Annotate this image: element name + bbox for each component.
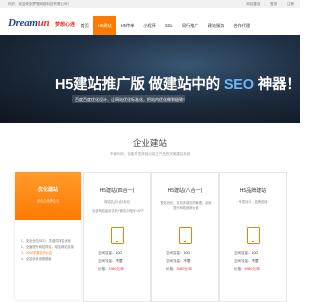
mobile-phone-icon <box>179 227 192 244</box>
spec-label: 空间流量： <box>234 259 252 263</box>
plan-card-8in1[interactable]: H5建站(八合一) 整站优化，支持多端协同管理，全面提升网络营销价值 空间容量：… <box>151 172 219 302</box>
nav-ssl[interactable]: SSL <box>160 16 177 35</box>
plan-cards: 优化建站 适合正品牌企业 1、安全全站SEO、关键词排名优化 2、全面提升网站排… <box>15 172 287 302</box>
nav-home[interactable]: 首页 <box>76 16 93 35</box>
spec-capacity: 空间容量：10G <box>234 251 258 256</box>
spec-label: 空间容量： <box>98 251 116 255</box>
spec-price: 价格：3980元/年 <box>166 267 192 272</box>
spec-label: 空间流量： <box>98 259 116 263</box>
top-link-register[interactable]: 注册 <box>287 2 294 6</box>
mobile-phone-icon <box>111 227 124 244</box>
nav-agent[interactable]: 合作代理 <box>229 16 255 35</box>
nav-mini-program[interactable]: 小程序 <box>139 16 161 35</box>
spec-value: 不限 <box>251 259 259 263</box>
top-bar: 你好，欢迎来到梦想网络科技有限公司！ 网站建设 | 登录 | 注册 <box>0 0 300 8</box>
plan-description: 整站优化，支持多端协同管理，全面提升网络营销价值 <box>160 201 212 210</box>
spec-label: 价格： <box>98 267 109 271</box>
spec-capacity: 空间容量：10G <box>166 251 190 256</box>
nav-promotion[interactable]: 同行推广 <box>177 16 203 35</box>
feature-list: 1、安全全站SEO、关键词排名优化 2、全面提升网站排名，增加网站流量 3、20… <box>21 238 77 262</box>
logo[interactable]: Dreamun <box>8 17 50 29</box>
top-link-website[interactable]: 网站建设 <box>246 2 260 6</box>
plan-subtitle: 专属设计，品牌官网 <box>238 200 268 204</box>
section-description: 不使代码，也能开发体验出真正产品的完美建站系统 <box>109 152 191 156</box>
headline-part-b: 神器！ <box>257 77 300 93</box>
nav-h5-site[interactable]: H5建站 <box>93 16 117 35</box>
nav-h5-flyer[interactable]: H5传单 <box>116 16 139 35</box>
spec-traffic: 空间流量：不限 <box>234 259 259 264</box>
spec-label: 空间流量： <box>166 259 184 263</box>
banner-headline: H5建站推广版 做建站中的 SEO 神器！ <box>55 73 300 94</box>
feature-item: 4、全站优化设置模板 <box>21 257 52 261</box>
banner-subline: 百度百度优化设计，让网站优化标准化，把站内优化做到极致！ <box>75 97 187 103</box>
spec-value: 10G <box>251 251 259 255</box>
plan-title: H5品牌建站 <box>239 188 267 194</box>
spec-value: 10G <box>183 251 191 255</box>
price-value: 5980元/年 <box>244 267 261 271</box>
spec-value: 不限 <box>115 259 123 263</box>
plan-card-4in1[interactable]: H5建站(四合一) 网站站点4合1标记 包含网站建设手机+微信小程序+APP 空… <box>83 172 151 302</box>
divider: | <box>264 2 266 6</box>
top-links: 网站建设 | 登录 | 注册 <box>242 2 294 7</box>
plan-card-brand[interactable]: H5品牌建站 专属设计，品牌官网 空间容量：10G 空间流量：不限 价格：598… <box>219 172 287 302</box>
spec-label: 空间容量： <box>166 251 184 255</box>
spec-price: 价格：1980元/年 <box>98 267 124 272</box>
plan-title: H5建站(八合一) <box>167 188 203 194</box>
hero-banner: H5建站推广版 做建站中的 SEO 神器！ 百度百度优化设计，让网站优化标准化，… <box>0 35 300 123</box>
welcome-text: 你好，欢迎来到梦想网络科技有限公司！ <box>8 2 71 6</box>
spec-price: 价格：5980元/年 <box>234 267 260 272</box>
headline-part-a: H5建站推广版 做建站中的 <box>55 77 220 93</box>
divider: | <box>281 2 283 6</box>
plan-title: 优化建站 <box>37 187 58 193</box>
spec-label: 价格： <box>166 267 177 271</box>
spec-capacity: 空间容量：10G <box>98 251 122 256</box>
nav-build-service[interactable]: 建站服务 <box>203 16 229 35</box>
logo-text-a: Dream <box>8 17 38 29</box>
main-nav: 首页 H5建站 H5传单 小程序 SSL 同行推广 建站服务 合作代理 <box>76 16 255 35</box>
price-value: 1980元/年 <box>108 267 125 271</box>
plan-description: 包含网站建设手机+微信小程序+APP <box>92 209 144 213</box>
section-title: 企业建站 <box>132 138 167 148</box>
featured-header <box>15 172 81 220</box>
plan-subtitle: 网站站点4合1标记 <box>104 200 130 204</box>
logo-cn-text: 梦想心连 <box>55 22 76 28</box>
plan-subtitle: 适合正品牌企业 <box>36 199 60 203</box>
logo-text-b: un <box>37 17 50 29</box>
plan-title: H5建站(四合一) <box>99 188 135 194</box>
spec-traffic: 空间流量：不限 <box>166 259 191 264</box>
site-header: Dreamun 梦想心连 首页 H5建站 H5传单 小程序 SSL 同行推广 建… <box>0 8 300 35</box>
spec-traffic: 空间流量：不限 <box>98 259 123 264</box>
spec-label: 空间容量： <box>234 251 252 255</box>
headline-seo: SEO <box>223 77 254 93</box>
subline-text: 百度百度优化设计，让网站优化标准化，把站内优化做到极致！ <box>75 97 187 102</box>
spec-label: 价格： <box>234 267 245 271</box>
plan-card-featured[interactable]: 优化建站 适合正品牌企业 1、安全全站SEO、关键词排名优化 2、全面提升网站排… <box>15 172 81 300</box>
top-link-login[interactable]: 登录 <box>270 2 277 6</box>
spec-value: 10G <box>115 251 123 255</box>
mobile-phone-icon <box>247 227 260 244</box>
price-value: 3980元/年 <box>176 267 193 271</box>
spec-value: 不限 <box>183 259 191 263</box>
